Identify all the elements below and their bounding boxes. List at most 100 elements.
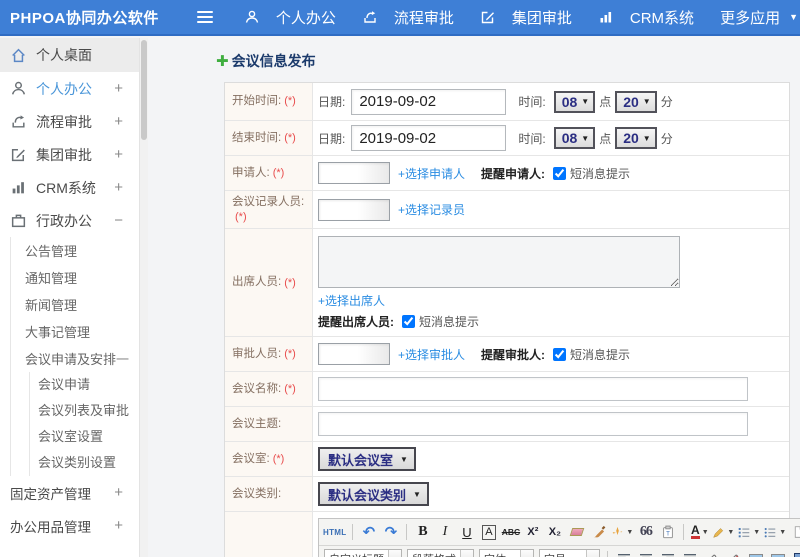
recorder-input[interactable] <box>318 198 390 221</box>
sidebar-item-notice-mgmt[interactable]: 通知管理 <box>11 264 139 291</box>
insert-link-button[interactable] <box>701 548 722 557</box>
form-row-meeting-subject: 会议主题: <box>225 407 789 443</box>
sidebar-item-meeting-group[interactable]: 会议申请及安排一 <box>11 345 139 372</box>
topnav-crm[interactable]: CRM系统 <box>585 0 707 35</box>
form-row-recorder: 会议记录人员: (*) +选择记录员 <box>225 191 789 230</box>
sidebar-item-fixed-assets[interactable]: 固定资产管理 + <box>0 476 139 509</box>
expand-plus-icon[interactable]: + <box>114 517 123 534</box>
toolbar-separator <box>352 524 354 541</box>
blockquote-button[interactable]: 66 <box>635 521 656 543</box>
scrollbar-thumb[interactable] <box>141 40 147 140</box>
ordered-list-button[interactable]: ▼ <box>736 521 761 543</box>
redo-button[interactable]: ↷ <box>380 521 401 543</box>
underline-button[interactable]: U <box>456 521 477 543</box>
caret-down-icon: ▼ <box>581 133 590 143</box>
align-center-button[interactable] <box>635 548 656 557</box>
meeting-subject-input[interactable] <box>318 412 748 437</box>
autotypeset-button[interactable]: A <box>478 521 499 543</box>
start-hour-select[interactable]: 08 ▼ <box>553 90 596 113</box>
italic-button[interactable]: I <box>434 521 455 543</box>
form-row-editor: HTML ↶ ↷ B I U A ABC X² X₂ ▼ 66 T A ▼ ▼ … <box>225 512 800 557</box>
sidebar-item-meeting-category-setting[interactable]: 会议类别设置 <box>30 450 139 476</box>
font-size-select[interactable]: 字号▼ <box>539 549 600 557</box>
sidebar-item-meeting-apply[interactable]: 会议申请 <box>30 372 139 398</box>
undo-button[interactable]: ↶ <box>358 521 379 543</box>
sidebar-item-group-approval[interactable]: 集团审批 + <box>0 138 139 171</box>
strikethrough-button[interactable]: ABC <box>500 521 521 543</box>
sidebar-item-label: 会议列表及审批 <box>38 403 130 418</box>
sidebar-item-personal-office[interactable]: 个人办公 + <box>0 72 139 105</box>
sidebar-item-admin-office[interactable]: 行政办公 − <box>0 204 139 237</box>
topnav-personal-office[interactable]: 个人办公 <box>231 0 349 35</box>
html-source-button[interactable]: HTML <box>322 521 347 543</box>
end-hour-select[interactable]: 08 ▼ <box>553 127 596 149</box>
applicant-input[interactable] <box>318 162 390 184</box>
sidebar-item-workflow-approval[interactable]: 流程审批 + <box>0 105 139 138</box>
remove-format-button[interactable] <box>566 521 587 543</box>
sms-remind-label: 短消息提示 <box>570 166 631 181</box>
pick-attendees-link[interactable]: +选择出席人 <box>318 292 385 309</box>
font-family-select[interactable]: 字体▼ <box>479 549 534 557</box>
remove-link-button[interactable] <box>723 548 744 557</box>
remind-attendees-label: 提醒出席人员: <box>318 315 394 330</box>
hamburger-menu-icon[interactable] <box>196 11 213 23</box>
paste-button[interactable]: T <box>657 521 678 543</box>
superscript-button[interactable]: X² <box>522 521 543 543</box>
pick-approver-link[interactable]: +选择审批人 <box>398 346 465 363</box>
html-label: HTML <box>323 527 347 537</box>
collapse-minus-icon[interactable]: − <box>114 212 123 229</box>
sidebar-item-meeting-list[interactable]: 会议列表及审批 <box>30 398 139 424</box>
meeting-room-select[interactable]: 默认会议室 ▼ <box>318 447 416 472</box>
bullet-list-button[interactable]: ▼ <box>762 521 787 543</box>
topnav-more-apps[interactable]: 更多应用 ▼ <box>707 0 800 35</box>
insert-image-button[interactable] <box>745 548 766 557</box>
highlight-button[interactable]: ▼ <box>711 521 735 543</box>
new-page-button[interactable] <box>788 521 800 543</box>
attendees-textarea[interactable] <box>318 236 680 289</box>
end-date-input[interactable] <box>351 125 507 151</box>
topnav-workflow-approval[interactable]: 流程审批 <box>349 0 467 35</box>
expand-plus-icon[interactable]: + <box>114 179 123 196</box>
align-right-button[interactable] <box>657 548 678 557</box>
formatting-wand-button[interactable]: ▼ <box>610 521 634 543</box>
insert-online-image-button[interactable] <box>767 548 788 557</box>
end-minute-select[interactable]: 20 ▼ <box>615 127 657 149</box>
brush-icon <box>593 526 606 538</box>
expand-plus-icon[interactable]: + <box>114 80 123 97</box>
meeting-name-input[interactable] <box>318 377 748 402</box>
pick-recorder-link[interactable]: +选择记录员 <box>398 201 465 218</box>
font-color-button[interactable]: A ▼ <box>689 521 710 543</box>
minute-unit: 分 <box>660 95 673 109</box>
workflow-icon <box>10 113 27 130</box>
bold-button[interactable]: B <box>412 521 433 543</box>
expand-plus-icon[interactable]: + <box>114 146 123 163</box>
approver-input[interactable] <box>318 343 390 366</box>
sidebar-item-meeting-room-setting[interactable]: 会议室设置 <box>30 424 139 450</box>
subscript-icon: X₂ <box>548 526 562 539</box>
topnav-group-approval[interactable]: 集团审批 <box>467 0 585 35</box>
align-justify-button[interactable] <box>679 548 700 557</box>
expand-plus-icon[interactable]: + <box>114 113 123 130</box>
sms-remind-checkbox[interactable] <box>553 347 567 361</box>
select-value: 字号 <box>540 551 586 557</box>
subscript-button[interactable]: X₂ <box>544 521 565 543</box>
sidebar-item-events-mgmt[interactable]: 大事记管理 <box>11 318 139 345</box>
format-painter-button[interactable] <box>588 521 609 543</box>
start-minute-select[interactable]: 20 ▼ <box>615 90 657 113</box>
sidebar-item-crm[interactable]: CRM系统 + <box>0 171 139 204</box>
align-left-button[interactable] <box>613 548 634 557</box>
expand-plus-icon[interactable]: + <box>114 484 123 501</box>
insert-media-button[interactable] <box>789 548 800 557</box>
paragraph-format-select[interactable]: 段落格式▼ <box>407 549 474 557</box>
start-date-input[interactable] <box>351 88 507 115</box>
meeting-category-select[interactable]: 默认会议类别 ▼ <box>318 482 429 507</box>
sms-remind-checkbox[interactable] <box>553 166 567 180</box>
sidebar-item-announcement-mgmt[interactable]: 公告管理 <box>11 237 139 264</box>
pick-applicant-link[interactable]: +选择申请人 <box>398 165 465 182</box>
sidebar-item-desktop[interactable]: 个人桌面 <box>0 38 139 72</box>
sidebar-item-office-supplies[interactable]: 办公用品管理 + <box>0 509 139 542</box>
sms-remind-checkbox[interactable] <box>402 315 415 329</box>
sidebar-item-news-mgmt[interactable]: 新闻管理 <box>11 291 139 318</box>
heading-select[interactable]: 自定义标题▼ <box>324 549 402 557</box>
sidebar-scrollbar[interactable] <box>140 38 148 557</box>
